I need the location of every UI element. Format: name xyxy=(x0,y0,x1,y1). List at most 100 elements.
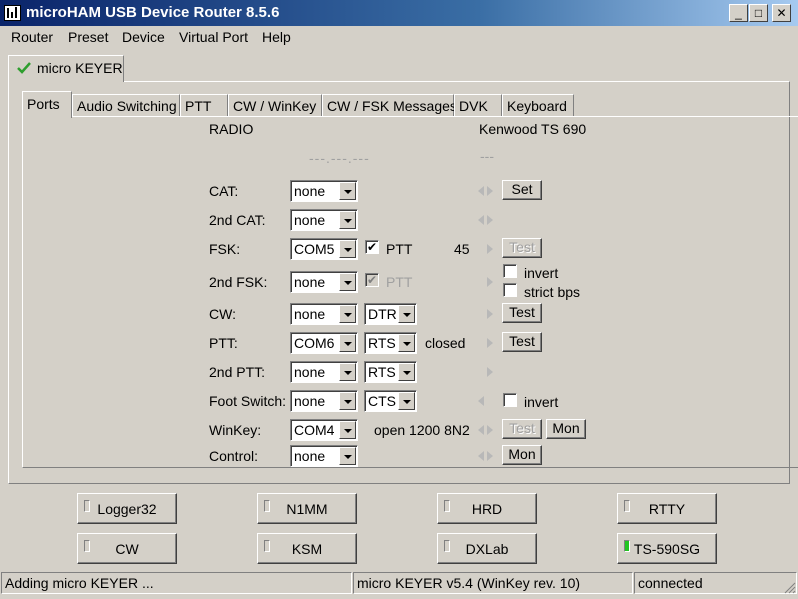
chevron-down-icon[interactable] xyxy=(339,447,356,465)
app-icon xyxy=(4,5,21,21)
chevron-down-icon[interactable] xyxy=(398,305,415,323)
control-port-select[interactable]: none xyxy=(290,445,358,467)
chevron-down-icon[interactable] xyxy=(339,363,356,381)
ptt2-port-select[interactable]: none xyxy=(290,361,358,383)
fsk-port-select[interactable]: COM5 xyxy=(290,238,358,260)
app-button-ts-590sg[interactable]: TS-590SG xyxy=(617,533,717,564)
maximize-button[interactable]: □ xyxy=(749,4,768,22)
fsk2-strict-bps-label: strict bps xyxy=(524,284,581,300)
chevron-down-icon[interactable] xyxy=(398,392,415,410)
ptt2-line-select[interactable]: RTS xyxy=(364,361,417,383)
menu-preset[interactable]: Preset xyxy=(68,29,108,45)
cat2-port-select[interactable]: none xyxy=(290,209,358,231)
chevron-down-icon[interactable] xyxy=(339,211,356,229)
cat-label: CAT: xyxy=(209,183,239,199)
app-button-ksm[interactable]: KSM xyxy=(257,533,357,564)
check-icon xyxy=(17,62,31,74)
close-button[interactable]: ✕ xyxy=(772,4,791,22)
ptt-line-select[interactable]: RTS xyxy=(364,332,417,354)
winkey-state: open 1200 8N2 xyxy=(374,422,470,438)
fsk2-strict-bps-checkbox[interactable] xyxy=(503,283,517,297)
winkey-test-button[interactable]: Test xyxy=(502,419,542,439)
chevron-down-icon[interactable] xyxy=(339,305,356,323)
chevron-down-icon[interactable] xyxy=(398,334,415,352)
menu-help[interactable]: Help xyxy=(262,29,291,45)
app-button-logger32[interactable]: Logger32 xyxy=(77,493,177,524)
radio-label: RADIO xyxy=(209,121,254,137)
tab-ports[interactable]: Ports xyxy=(22,91,72,118)
cat-set-button[interactable]: Set xyxy=(502,180,542,200)
fsk-ptt-checkbox[interactable]: ✔ xyxy=(365,240,379,254)
tab-cw-winkey[interactable]: CW / WinKey xyxy=(228,94,322,117)
app-button-dxlab[interactable]: DXLab xyxy=(437,533,537,564)
chevron-down-icon[interactable] xyxy=(339,273,356,291)
app-button-rtty[interactable]: RTTY xyxy=(617,493,717,524)
fsk2-ptt-checkbox[interactable]: ✔ xyxy=(365,273,379,287)
fsk-label: FSK: xyxy=(209,241,241,257)
winkey-traffic-indicator-icon xyxy=(477,423,497,437)
ptt-port-select[interactable]: COM6 xyxy=(290,332,358,354)
foot-switch-invert-label: invert xyxy=(524,394,559,410)
fsk2-port-select[interactable]: none xyxy=(290,271,358,293)
status-message: Adding micro KEYER ... xyxy=(1,572,352,594)
fsk-indicator-icon xyxy=(477,242,497,256)
minimize-button[interactable]: _ xyxy=(729,4,748,22)
tab-dvk[interactable]: DVK xyxy=(454,94,502,117)
winkey-label: WinKey: xyxy=(209,422,262,438)
fsk2-invert-checkbox[interactable] xyxy=(503,264,517,278)
cw-label: CW: xyxy=(209,306,236,322)
control-mon-button[interactable]: Mon xyxy=(502,445,542,465)
fsk2-ptt-label: PTT xyxy=(386,274,413,290)
fsk-baud: 45 xyxy=(454,241,470,257)
chevron-down-icon[interactable] xyxy=(339,182,356,200)
chevron-down-icon[interactable] xyxy=(339,392,356,410)
tab-cw-fsk-messages[interactable]: CW / FSK Messages xyxy=(322,94,457,117)
control-traffic-indicator-icon xyxy=(477,449,497,463)
ptt-state: closed xyxy=(425,335,466,351)
foot-switch-line-select[interactable]: CTS xyxy=(364,390,417,412)
fsk2-invert-label: invert xyxy=(524,265,559,281)
device-tab-label: micro KEYER xyxy=(37,60,123,76)
chevron-down-icon[interactable] xyxy=(339,334,356,352)
tab-audio-switching[interactable]: Audio Switching xyxy=(72,94,180,117)
tab-keyboard[interactable]: Keyboard xyxy=(502,94,574,117)
menu-device[interactable]: Device xyxy=(122,29,165,45)
fsk-ptt-label: PTT xyxy=(386,241,413,257)
fsk2-label: 2nd FSK: xyxy=(209,274,268,290)
cat-traffic-indicator-icon xyxy=(477,184,497,198)
radio-model: Kenwood TS 690 xyxy=(479,121,587,137)
cw-test-button[interactable]: Test xyxy=(502,303,542,323)
ptt-test-button[interactable]: Test xyxy=(502,332,542,352)
app-button-n1mm[interactable]: N1MM xyxy=(257,493,357,524)
cat2-traffic-indicator-icon xyxy=(477,213,497,227)
tab-ptt[interactable]: PTT xyxy=(180,94,228,117)
close-icon: ✕ xyxy=(776,6,787,20)
chevron-down-icon[interactable] xyxy=(339,421,356,439)
cw-port-select[interactable]: none xyxy=(290,303,358,325)
fsk-test-button[interactable]: Test xyxy=(502,238,542,258)
resize-grip-icon[interactable] xyxy=(782,580,796,594)
foot-switch-port-select[interactable]: none xyxy=(290,390,358,412)
cat2-label: 2nd CAT: xyxy=(209,212,266,228)
ptt-indicator-icon xyxy=(477,336,497,350)
winkey-port-select[interactable]: COM4 xyxy=(290,419,358,441)
title-bar[interactable]: microHAM USB Device Router 8.5.6 _ □ ✕ xyxy=(0,0,798,26)
minimize-icon: _ xyxy=(735,6,742,20)
foot-switch-invert-checkbox[interactable] xyxy=(503,393,517,407)
menu-router[interactable]: Router xyxy=(11,29,53,45)
maximize-icon: □ xyxy=(754,6,763,20)
menu-virtual-port[interactable]: Virtual Port xyxy=(179,29,248,45)
ptt2-label: 2nd PTT: xyxy=(209,364,266,380)
cw-indicator-icon xyxy=(477,307,497,321)
cw-line-select[interactable]: DTR xyxy=(364,303,417,325)
ptt-label: PTT: xyxy=(209,335,238,351)
ptt2-indicator-icon xyxy=(477,365,497,379)
app-button-hrd[interactable]: HRD xyxy=(437,493,537,524)
chevron-down-icon[interactable] xyxy=(339,240,356,258)
fsk2-indicator-icon xyxy=(477,275,497,289)
winkey-mon-button[interactable]: Mon xyxy=(546,419,586,439)
cat-port-select[interactable]: none xyxy=(290,180,358,202)
app-button-cw[interactable]: CW xyxy=(77,533,177,564)
control-label: Control: xyxy=(209,448,259,464)
chevron-down-icon[interactable] xyxy=(398,363,415,381)
